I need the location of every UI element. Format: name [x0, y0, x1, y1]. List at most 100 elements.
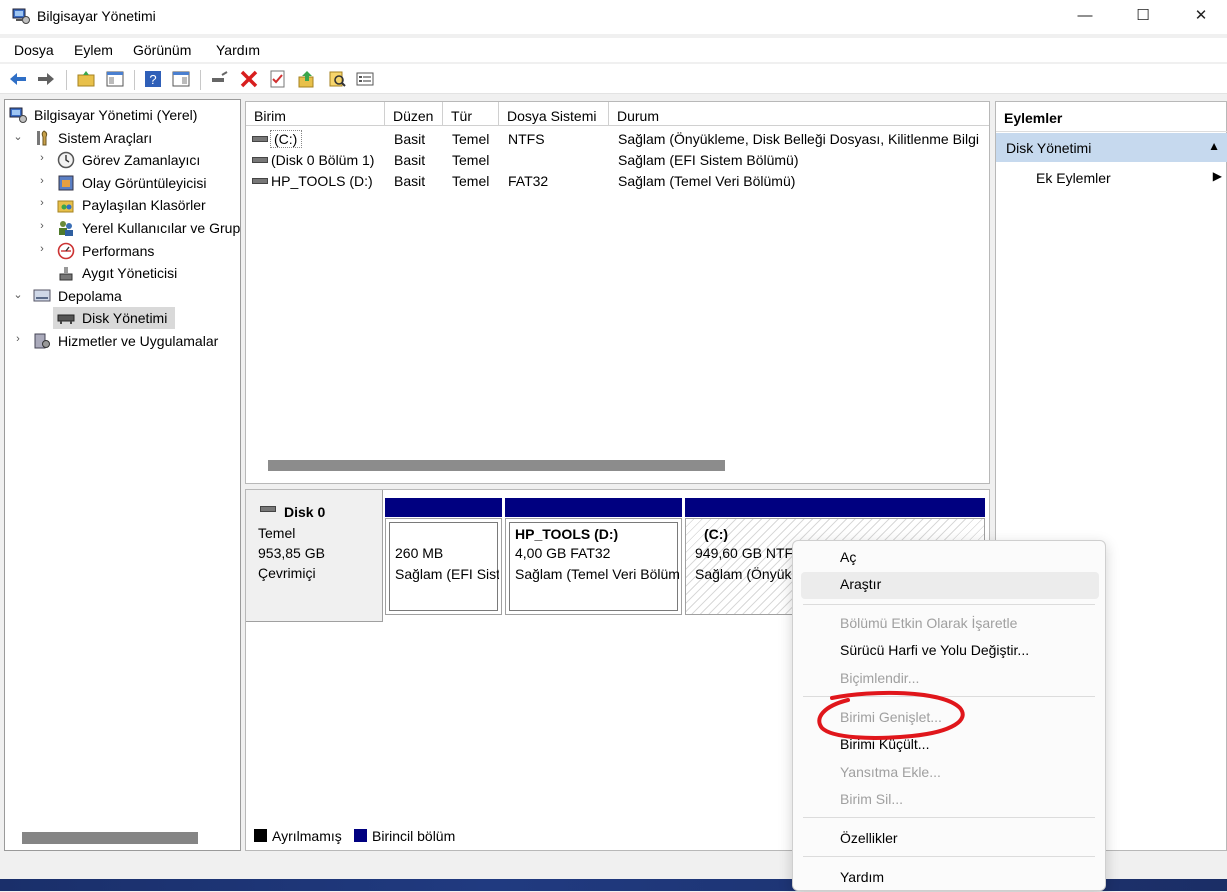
tree-item-storage[interactable]: ⌄ Depolama [5, 285, 240, 308]
column-header-dosya-sistemi[interactable]: Dosya Sistemi [499, 102, 609, 126]
delete-icon[interactable] [239, 69, 259, 89]
tree-item-label: Görev Zamanlayıcı [82, 152, 201, 169]
disk-list-icon[interactable] [355, 69, 375, 89]
tree-item-event-viewer[interactable]: › Olay Görüntüleyicisi [5, 172, 240, 195]
actions-section-disk-management[interactable]: Disk Yönetimi ▲ [996, 133, 1227, 162]
partition-efi[interactable]: 260 MB Sağlam (EFI Sistem Bölümü) [385, 498, 502, 615]
disk-info[interactable]: Disk 0 Temel 953,85 GB Çevrimiçi [246, 490, 383, 622]
collapse-up-icon[interactable]: ▲ [1208, 139, 1220, 153]
tree-item-device-manager[interactable]: Aygıt Yöneticisi [5, 262, 240, 285]
drive-icon [252, 136, 268, 142]
menu-item-mark-active[interactable]: Bölümü Etkin Olarak İşaretle [801, 611, 1099, 638]
column-header-birim[interactable]: Birim [246, 102, 385, 126]
up-folder-icon[interactable] [76, 69, 96, 89]
tree-item-performance[interactable]: › Performans [5, 240, 240, 263]
partition-title: (C:) [704, 526, 729, 542]
tree-item-label: Aygıt Yöneticisi [82, 265, 178, 282]
menu-item-explore[interactable]: Araştır [801, 572, 1099, 599]
back-arrow-icon[interactable] [8, 69, 28, 89]
disk-icon [260, 506, 276, 512]
volume-filesystem: FAT32 [508, 173, 549, 189]
table-row[interactable]: (C:) Basit Temel NTFS Sağlam (Önyükleme,… [246, 129, 989, 150]
column-header-tur[interactable]: Tür [443, 102, 499, 126]
title-bar: Bilgisayar Yönetimi — ☐ ✕ [0, 0, 1227, 34]
chevron-right-icon[interactable]: › [36, 243, 48, 255]
services-icon [34, 333, 50, 349]
menu-item-add-mirror[interactable]: Yansıtma Ekle... [801, 760, 1099, 787]
tree-item-local-users[interactable]: › Yerel Kullanıcılar ve Gruplar [5, 217, 241, 240]
menu-item-properties[interactable]: Özellikler [801, 826, 1099, 853]
menu-item-help[interactable]: Yardım [801, 865, 1099, 892]
volume-status: Sağlam (EFI Sistem Bölümü) [618, 152, 799, 168]
tree-item-services-apps[interactable]: › Hizmetler ve Uygulamalar [5, 330, 240, 353]
menu-item-change-drive-letter[interactable]: Sürücü Harfi ve Yolu Değiştir... [801, 638, 1099, 665]
chevron-right-icon[interactable]: › [36, 175, 48, 187]
tree-item-shared-folders[interactable]: › Paylaşılan Klasörler [5, 194, 240, 217]
chevron-right-icon[interactable]: › [36, 152, 48, 164]
table-row[interactable]: HP_TOOLS (D:) Basit Temel FAT32 Sağlam (… [246, 171, 989, 192]
partition-body: HP_TOOLS (D:) 4,00 GB FAT32 Sağlam (Teme… [505, 518, 682, 615]
maximize-button[interactable]: ☐ [1120, 0, 1166, 34]
chevron-down-icon[interactable]: ⌄ [12, 288, 24, 301]
table-row[interactable]: (Disk 0 Bölüm 1) Basit Temel Sağlam (EFI… [246, 150, 989, 171]
disk-type: Temel [258, 525, 296, 541]
tree-item-disk-management[interactable]: Disk Yönetimi [5, 307, 240, 330]
volume-name: (Disk 0 Bölüm 1) [271, 152, 375, 168]
tree-item-label: Depolama [58, 287, 122, 304]
menu-item-extend-volume[interactable]: Birimi Genişlet... [801, 705, 1099, 732]
connect-drive-icon[interactable] [209, 69, 229, 89]
chevron-right-icon[interactable]: › [12, 333, 24, 345]
close-button[interactable]: ✕ [1178, 0, 1224, 34]
toolbar-separator [134, 70, 135, 90]
volume-type: Temel [452, 131, 490, 147]
chevron-right-icon[interactable]: › [36, 220, 48, 232]
volume-list-horizontal-scrollbar[interactable] [268, 460, 725, 471]
partition-status: Sağlam (EFI Sistem Bölümü) [395, 566, 499, 582]
help-icon[interactable]: ? [143, 69, 163, 89]
menu-yardim[interactable]: Yardım [216, 42, 260, 58]
disk-icon [57, 314, 75, 325]
properties-pane-icon[interactable] [171, 69, 191, 89]
tree-item-task-scheduler[interactable]: › Görev Zamanlayıcı [5, 149, 240, 172]
partition-status: Sağlam (Temel Veri Bölümü) [515, 566, 679, 582]
clock-icon [57, 151, 75, 169]
toolbar-separator [200, 70, 201, 90]
chevron-right-icon[interactable]: › [36, 197, 48, 209]
computer-management-icon [12, 8, 30, 24]
toolbar-separator [66, 70, 67, 90]
tree-horizontal-scrollbar[interactable] [22, 832, 198, 844]
tree-item-system-tools[interactable]: ⌄ Sistem Araçları [5, 127, 240, 150]
actions-item-label: Ek Eylemler [1036, 170, 1111, 186]
menu-dosya[interactable]: Dosya [14, 42, 54, 58]
tree-item-label: Disk Yönetimi [82, 310, 168, 327]
context-menu: Aç Araştır Bölümü Etkin Olarak İşaretle … [792, 540, 1106, 891]
menu-separator [803, 856, 1095, 857]
legend-swatch-primary [354, 829, 367, 842]
tree-item-label: Bilgisayar Yönetimi (Yerel) [34, 107, 198, 123]
volume-filesystem: NTFS [508, 131, 545, 147]
partition-hp-tools[interactable]: HP_TOOLS (D:) 4,00 GB FAT32 Sağlam (Teme… [505, 498, 682, 615]
menu-item-shrink-volume[interactable]: Birimi Küçült... [801, 732, 1099, 759]
actions-item-more-actions[interactable]: Ek Eylemler ▶ [996, 163, 1227, 191]
menu-item-open[interactable]: Aç [801, 545, 1099, 572]
check-icon[interactable] [268, 69, 288, 89]
forward-arrow-icon[interactable] [36, 69, 56, 89]
tree-item-computer-management[interactable]: Bilgisayar Yönetimi (Yerel) [5, 104, 240, 127]
computer-management-icon [9, 107, 27, 123]
partition-body: 260 MB Sağlam (EFI Sistem Bölümü) [385, 518, 502, 615]
menu-gorunum[interactable]: Görünüm [133, 42, 191, 58]
chevron-down-icon[interactable]: ⌄ [12, 130, 24, 143]
menu-item-delete-volume[interactable]: Birim Sil... [801, 787, 1099, 814]
show-hide-tree-icon[interactable] [105, 69, 125, 89]
menu-eylem[interactable]: Eylem [74, 42, 113, 58]
submenu-arrow-icon: ▶ [1212, 169, 1222, 183]
column-header-durum[interactable]: Durum [609, 102, 989, 126]
partition-size: 260 MB [395, 545, 444, 561]
export-icon[interactable] [297, 69, 317, 89]
menu-item-format[interactable]: Biçimlendir... [801, 666, 1099, 693]
search-icon[interactable] [327, 69, 347, 89]
tree-item-label: Yerel Kullanıcılar ve Gruplar [82, 220, 241, 236]
column-header-duzen[interactable]: Düzen [385, 102, 443, 126]
partition-header [505, 498, 682, 517]
minimize-button[interactable]: — [1062, 0, 1108, 34]
